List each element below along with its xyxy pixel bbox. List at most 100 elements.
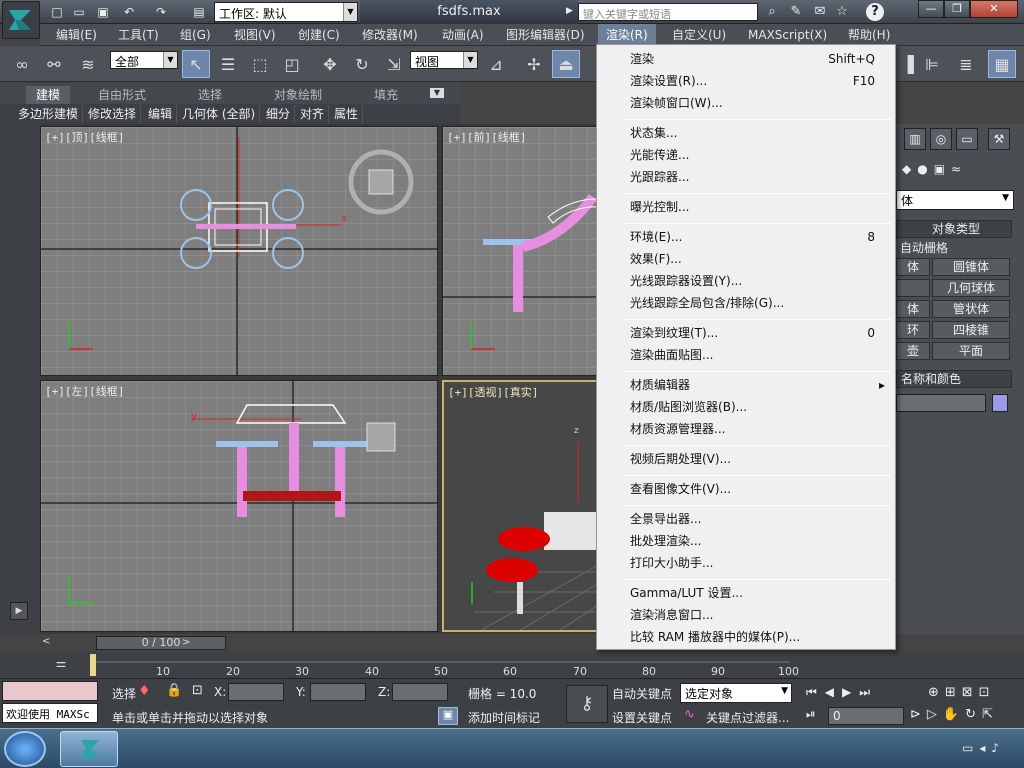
create-category-icons[interactable]: ◆●▣≈ bbox=[902, 162, 1020, 180]
menu-item-rendered-frame-window[interactable]: 渲染帧窗口(W)... bbox=[597, 92, 895, 114]
menu-item-exposure-control[interactable]: 曝光控制... bbox=[597, 196, 895, 218]
pivot-center-icon[interactable]: ⊿ bbox=[482, 50, 510, 78]
ribbon-polygon-modeling[interactable]: 多边形建模 bbox=[14, 105, 84, 123]
selection-filter-select[interactable]: 全部 ▼ bbox=[110, 51, 178, 69]
object-name-input[interactable] bbox=[896, 394, 986, 412]
viewport-nav-controls-top[interactable]: ⊕⊞⊠⊡ bbox=[928, 685, 1022, 703]
curve-editor-icon[interactable]: ⚌ bbox=[50, 656, 72, 674]
menu-animation[interactable]: 动画(A) bbox=[434, 24, 492, 46]
playback-controls[interactable]: ⏮◀▶⏭ bbox=[806, 685, 896, 701]
tab-selection[interactable]: 选择 bbox=[188, 86, 232, 104]
key-filters-button[interactable]: 关键点过滤器... bbox=[706, 709, 789, 726]
viewport-top-label[interactable]: [+][顶][线框] bbox=[45, 129, 124, 145]
object-type-button[interactable]: 壶 bbox=[896, 342, 930, 360]
object-type-tube-button[interactable]: 管状体 bbox=[932, 300, 1010, 318]
add-time-tag-label[interactable]: 添加时间标记 bbox=[468, 709, 540, 726]
close-button[interactable]: ✕ bbox=[970, 0, 1018, 18]
menu-item-batch-render[interactable]: 批处理渲染... bbox=[597, 530, 895, 552]
auto-key-button[interactable]: 自动关键点 bbox=[612, 685, 672, 702]
select-object-icon[interactable]: ↖ bbox=[182, 50, 210, 78]
menu-item-state-sets[interactable]: 状态集... bbox=[597, 122, 895, 144]
menu-item-compare-ram-player[interactable]: 比较 RAM 播放器中的媒体(P)... bbox=[597, 626, 895, 648]
y-coord-input[interactable] bbox=[310, 683, 366, 701]
menu-graph-editors[interactable]: 图形编辑器(D) bbox=[498, 24, 593, 46]
menu-item-material-explorer[interactable]: 材质资源管理器... bbox=[597, 418, 895, 440]
object-type-geosphere-button[interactable]: 几何球体 bbox=[932, 279, 1010, 297]
menu-item-material-editor[interactable]: 材质编辑器 ▸ bbox=[597, 374, 895, 396]
select-by-name-icon[interactable]: ☰ bbox=[214, 50, 242, 78]
undo-icon[interactable]: ↶ bbox=[120, 3, 138, 21]
minimize-button[interactable]: — bbox=[918, 0, 944, 18]
ribbon-edit[interactable]: 编辑 bbox=[144, 105, 178, 123]
viewport-top[interactable]: [+][顶][线框] x bbox=[40, 126, 438, 376]
viewport-left[interactable]: [+][左][线框] y bbox=[40, 380, 438, 632]
unlink-icon[interactable]: ⚯ bbox=[40, 50, 68, 78]
motion-tab-icon[interactable]: ◎ bbox=[930, 128, 952, 150]
open-file-icon[interactable]: ▭ bbox=[70, 3, 88, 21]
menu-help[interactable]: 帮助(H) bbox=[840, 24, 898, 46]
menu-item-render-message-window[interactable]: 渲染消息窗口... bbox=[597, 604, 895, 626]
select-manipulate-icon[interactable]: ✢ bbox=[520, 50, 548, 78]
move-icon[interactable]: ✥ bbox=[316, 50, 344, 78]
menu-item-raytracer-settings[interactable]: 光线跟踪器设置(Y)... bbox=[597, 270, 895, 292]
menu-item-raytrace-global-include[interactable]: 光线跟踪全局包含/排除(G)... bbox=[597, 292, 895, 314]
menu-item-panorama-exporter[interactable]: 全景导出器... bbox=[597, 508, 895, 530]
object-type-button[interactable]: 环 bbox=[896, 321, 930, 339]
viewport-perspective-label[interactable]: [+][透视][真实] bbox=[448, 384, 538, 400]
menu-group[interactable]: 组(G) bbox=[172, 24, 219, 46]
project-folder-icon[interactable]: ▤ bbox=[190, 3, 208, 21]
hierarchy-tab-icon[interactable]: ▥ bbox=[904, 128, 926, 150]
tab-modeling[interactable]: 建模 bbox=[26, 86, 71, 104]
menu-modifiers[interactable]: 修改器(M) bbox=[354, 24, 426, 46]
menu-item-render-setup[interactable]: 渲染设置(R)... F10 bbox=[597, 70, 895, 92]
ribbon-modify-selection[interactable]: 修改选择 bbox=[84, 105, 142, 123]
menu-item-light-tracer[interactable]: 光跟踪器... bbox=[597, 166, 895, 188]
next-frame-icon[interactable]: > bbox=[182, 634, 196, 652]
tab-object-paint[interactable]: 对象绘制 bbox=[264, 86, 332, 104]
new-file-icon[interactable]: □ bbox=[48, 3, 66, 21]
absolute-mode-icon[interactable]: ⊡ bbox=[192, 683, 203, 698]
menu-item-video-post[interactable]: 视频后期处理(V)... bbox=[597, 448, 895, 470]
communication-icon[interactable]: ✎ bbox=[786, 3, 806, 21]
object-type-button[interactable]: 体 bbox=[896, 258, 930, 276]
add-time-tag-icon[interactable]: ▣ bbox=[438, 707, 458, 725]
search-expand-icon[interactable]: ▶ bbox=[566, 6, 573, 16]
current-frame-input[interactable]: 0 bbox=[828, 707, 904, 725]
maxscript-mini-listener[interactable]: 欢迎使用 MAXSc bbox=[2, 703, 98, 723]
ribbon-properties[interactable]: 属性 bbox=[330, 105, 364, 123]
menu-rendering[interactable]: 渲染(R) bbox=[598, 24, 656, 46]
menu-item-print-size-assistant[interactable]: 打印大小助手... bbox=[597, 552, 895, 574]
scale-icon[interactable]: ⇲ bbox=[380, 50, 408, 78]
rectangular-selection-icon[interactable]: ⬚ bbox=[246, 50, 274, 78]
lock-selection-icon[interactable]: 🔒 bbox=[166, 683, 182, 698]
graphite-toggle-icon[interactable]: ▦ bbox=[988, 50, 1016, 78]
time-config-icon[interactable]: ⏯ bbox=[806, 707, 816, 722]
menu-customize[interactable]: 自定义(U) bbox=[664, 24, 734, 46]
object-type-pyramid-button[interactable]: 四棱锥 bbox=[932, 321, 1010, 339]
align-icon[interactable]: ⊫ bbox=[918, 50, 946, 78]
x-coord-input[interactable] bbox=[228, 683, 284, 701]
subscription-icon[interactable]: ✉ bbox=[810, 3, 830, 21]
rotate-icon[interactable]: ↻ bbox=[348, 50, 376, 78]
ribbon-subdivision[interactable]: 细分 bbox=[262, 105, 296, 123]
restore-button[interactable]: ❐ bbox=[944, 0, 970, 18]
bind-spacewarp-icon[interactable]: ≋ bbox=[74, 50, 102, 78]
menu-maxscript[interactable]: MAXScript(X) bbox=[740, 24, 835, 46]
rollout-object-type[interactable]: 对象类型 bbox=[896, 220, 1012, 238]
help-icon[interactable]: ? bbox=[866, 3, 884, 21]
track-bar[interactable]: ⚌ 10 20 30 40 50 60 70 80 90 100 bbox=[0, 652, 1024, 678]
ribbon-geometry-all[interactable]: 几何体 (全部) bbox=[178, 105, 261, 123]
link-icon[interactable]: ∞ bbox=[8, 50, 36, 78]
keyboard-shortcut-override-icon[interactable]: ⏏ bbox=[552, 50, 580, 78]
menu-item-radiosity[interactable]: 光能传递... bbox=[597, 144, 895, 166]
reference-coord-select[interactable]: 视图 ▼ bbox=[410, 51, 478, 69]
isolate-bulb-icon[interactable]: ♦ bbox=[138, 683, 151, 699]
autogrid-checkbox[interactable]: 自动栅格 bbox=[896, 240, 1012, 258]
menu-item-environment[interactable]: 环境(E)... 8 bbox=[597, 226, 895, 248]
start-button-icon[interactable] bbox=[4, 731, 46, 767]
taskbar-3dsmax-icon[interactable] bbox=[60, 731, 118, 767]
system-tray-icons[interactable]: ▭◂♪ bbox=[962, 741, 1005, 755]
menu-item-material-map-browser[interactable]: 材质/贴图浏览器(B)... bbox=[597, 396, 895, 418]
menu-item-render-surface-map[interactable]: 渲染曲面贴图... bbox=[597, 344, 895, 366]
object-type-plane-button[interactable]: 平面 bbox=[932, 342, 1010, 360]
